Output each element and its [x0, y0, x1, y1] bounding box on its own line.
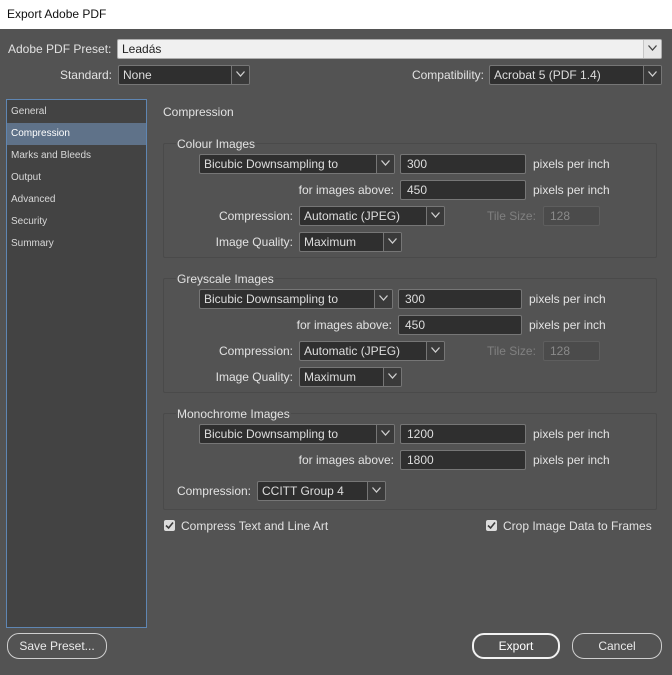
monochrome-above-unit: pixels per inch	[533, 453, 610, 467]
sidebar-item-output[interactable]: Output	[7, 167, 146, 189]
compatibility-value: Acrobat 5 (PDF 1.4)	[494, 68, 601, 82]
chevron-down-icon	[383, 368, 401, 386]
monochrome-downsampling-value: Bicubic Downsampling to	[204, 427, 339, 441]
colour-images-title: Colour Images	[176, 136, 257, 152]
category-sidebar: General Compression Marks and Bleeds Out…	[6, 99, 147, 628]
chevron-down-icon	[426, 342, 444, 360]
compress-text-label: Compress Text and Line Art	[181, 519, 329, 533]
monochrome-downsampling-dropdown[interactable]: Bicubic Downsampling to	[199, 424, 395, 444]
checkmark-icon	[165, 522, 174, 530]
sidebar-item-security[interactable]: Security	[7, 211, 146, 233]
greyscale-quality-dropdown[interactable]: Maximum	[299, 367, 402, 387]
window-title: Export Adobe PDF	[0, 0, 672, 29]
standard-label: Standard:	[59, 68, 112, 82]
chevron-down-icon	[383, 233, 401, 251]
preset-value: Leadás	[122, 42, 162, 56]
standard-dropdown[interactable]: None	[118, 65, 250, 85]
sidebar-item-general[interactable]: General	[7, 101, 146, 123]
greyscale-above-unit: pixels per inch	[529, 318, 606, 332]
preset-dropdown[interactable]: Leadás	[117, 39, 662, 59]
monochrome-compression-label: Compression:	[176, 484, 251, 498]
greyscale-downsampling-dropdown[interactable]: Bicubic Downsampling to	[199, 289, 393, 309]
colour-tile-size-input[interactable]: 128	[543, 206, 600, 226]
colour-ppi-input[interactable]: 300	[400, 154, 526, 174]
colour-downsampling-dropdown[interactable]: Bicubic Downsampling to	[199, 154, 395, 174]
greyscale-downsampling-value: Bicubic Downsampling to	[204, 292, 339, 306]
greyscale-above-input[interactable]: 450	[398, 315, 522, 335]
monochrome-above-label: for images above:	[298, 453, 394, 467]
chevron-down-icon	[643, 40, 661, 58]
section-title: Compression	[163, 105, 234, 119]
export-button[interactable]: Export	[472, 633, 560, 659]
colour-above-label: for images above:	[298, 183, 394, 197]
monochrome-ppi-input[interactable]: 1200	[400, 424, 526, 444]
monochrome-above-input[interactable]: 1800	[400, 450, 526, 470]
colour-downsampling-value: Bicubic Downsampling to	[204, 157, 339, 171]
greyscale-images-title: Greyscale Images	[176, 271, 275, 287]
greyscale-compression-dropdown[interactable]: Automatic (JPEG)	[299, 341, 445, 361]
greyscale-compression-value: Automatic (JPEG)	[304, 344, 401, 358]
monochrome-compression-value: CCITT Group 4	[262, 484, 344, 498]
sidebar-item-advanced[interactable]: Advanced	[7, 189, 146, 211]
crop-image-checkbox[interactable]	[486, 520, 497, 531]
chevron-down-icon	[426, 207, 444, 225]
chevron-down-icon	[376, 155, 394, 173]
chevron-down-icon	[231, 66, 249, 84]
colour-compression-value: Automatic (JPEG)	[304, 209, 401, 223]
chevron-down-icon	[643, 66, 661, 84]
greyscale-tile-size-label: Tile Size:	[487, 344, 536, 358]
crop-image-label: Crop Image Data to Frames	[503, 519, 652, 533]
colour-above-input[interactable]: 450	[400, 180, 526, 200]
sidebar-item-summary[interactable]: Summary	[7, 233, 146, 255]
colour-compression-dropdown[interactable]: Automatic (JPEG)	[299, 206, 445, 226]
standard-value: None	[123, 68, 152, 82]
colour-quality-dropdown[interactable]: Maximum	[299, 232, 402, 252]
monochrome-compression-dropdown[interactable]: CCITT Group 4	[257, 481, 386, 501]
colour-compression-label: Compression:	[218, 209, 293, 223]
compatibility-dropdown[interactable]: Acrobat 5 (PDF 1.4)	[489, 65, 662, 85]
greyscale-ppi-input[interactable]: 300	[398, 289, 522, 309]
colour-ppi-unit: pixels per inch	[533, 157, 610, 171]
greyscale-ppi-unit: pixels per inch	[529, 292, 606, 306]
preset-label: Adobe PDF Preset:	[8, 42, 112, 56]
greyscale-quality-label: Image Quality:	[215, 370, 293, 384]
checkmark-icon	[487, 522, 496, 530]
chevron-down-icon	[367, 482, 385, 500]
chevron-down-icon	[376, 425, 394, 443]
chevron-down-icon	[374, 290, 392, 308]
greyscale-above-label: for images above:	[296, 318, 392, 332]
compress-text-checkbox[interactable]	[164, 520, 175, 531]
compatibility-label: Compatibility:	[411, 68, 484, 82]
sidebar-item-marks-and-bleeds[interactable]: Marks and Bleeds	[7, 145, 146, 167]
monochrome-ppi-unit: pixels per inch	[533, 427, 610, 441]
greyscale-quality-value: Maximum	[304, 370, 357, 384]
colour-tile-size-label: Tile Size:	[487, 209, 536, 223]
sidebar-item-compression[interactable]: Compression	[7, 123, 146, 145]
colour-quality-value: Maximum	[304, 235, 357, 249]
monochrome-images-title: Monochrome Images	[176, 406, 291, 422]
colour-quality-label: Image Quality:	[215, 235, 293, 249]
greyscale-compression-label: Compression:	[218, 344, 293, 358]
save-preset-button[interactable]: Save Preset...	[7, 633, 107, 659]
greyscale-tile-size-input[interactable]: 128	[543, 341, 600, 361]
colour-above-unit: pixels per inch	[533, 183, 610, 197]
cancel-button[interactable]: Cancel	[572, 633, 662, 659]
